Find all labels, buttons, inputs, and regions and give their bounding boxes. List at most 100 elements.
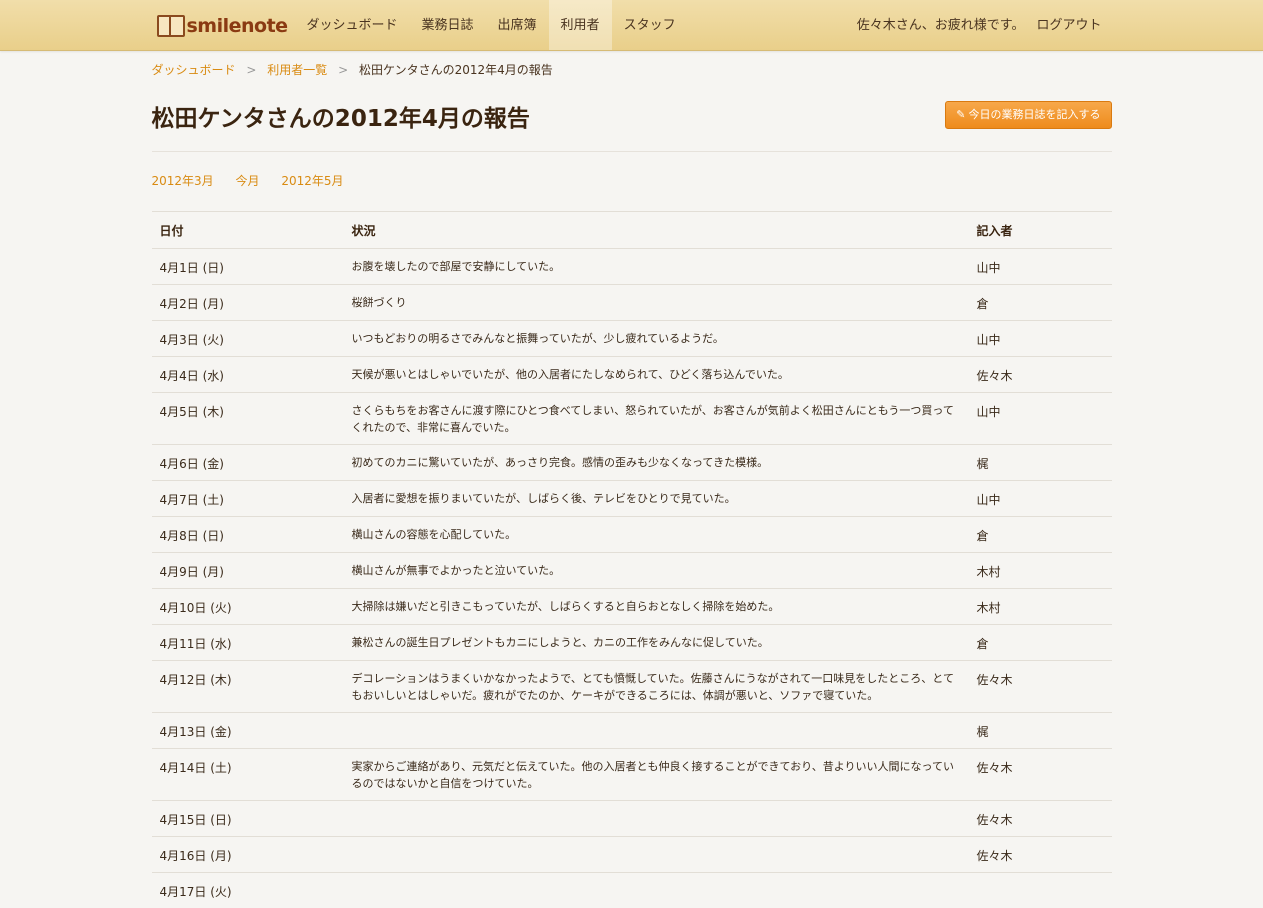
status-cell: さくらもちをお客さんに渡す際にひとつ食べてしまい、怒られていたが、お客さんが気前… [344,393,969,445]
date-cell: 4月11日 (水) [152,625,344,661]
writer-cell: 佐々木 [969,801,1112,837]
pencil-icon: ✎ [956,108,965,121]
status-cell: いつもどおりの明るさでみんなと振舞っていたが、少し疲れているようだ。 [344,321,969,357]
writer-cell [969,873,1112,908]
status-cell: 横山さんが無事でよかったと泣いていた。 [344,553,969,589]
status-cell [344,801,969,837]
breadcrumb-current: 松田ケンタさんの2012年4月の報告 [359,63,553,77]
nav-work-log[interactable]: 業務日誌 [410,0,486,50]
next-month-link[interactable]: 2012年5月 [281,174,343,188]
date-cell: 4月7日 (土) [152,481,344,517]
status-cell: 入居者に愛想を振りまいていたが、しばらく後、テレビをひとりで見ていた。 [344,481,969,517]
writer-cell: 山中 [969,393,1112,445]
date-cell: 4月9日 (月) [152,553,344,589]
nav-attendance[interactable]: 出席簿 [486,0,549,50]
table-body: 4月1日 (日)お腹を壊したので部屋で安静にしていた。山中4月2日 (月)桜餅づ… [152,249,1112,908]
report-table: 日付 状況 記入者 4月1日 (日)お腹を壊したので部屋で安静にしていた。山中4… [152,211,1112,908]
table-row: 4月12日 (木)デコレーションはうまくいかなかったようで、とても憤慨していた。… [152,661,1112,713]
title-row: 松田ケンタさんの2012年4月の報告 ✎ 今日の業務日誌を記入する [152,93,1112,152]
write-today-log-button[interactable]: ✎ 今日の業務日誌を記入する [945,101,1111,129]
table-row: 4月3日 (火)いつもどおりの明るさでみんなと振舞っていたが、少し疲れているよう… [152,321,1112,357]
table-row: 4月17日 (火) [152,873,1112,908]
table-row: 4月15日 (日) 佐々木 [152,801,1112,837]
writer-cell: 山中 [969,321,1112,357]
writer-cell: 倉 [969,625,1112,661]
breadcrumb-user-list[interactable]: 利用者一覧 [267,63,327,77]
date-cell: 4月15日 (日) [152,801,344,837]
status-cell: お腹を壊したので部屋で安静にしていた。 [344,249,969,285]
table-row: 4月14日 (土)実家からご連絡があり、元気だと伝えていた。他の入居者とも仲良く… [152,749,1112,801]
logo[interactable]: smilenote [157,12,288,40]
main-content: ダッシュボード > 利用者一覧 > 松田ケンタさんの2012年4月の報告 松田ケ… [152,51,1112,908]
date-cell: 4月6日 (金) [152,445,344,481]
status-cell [344,837,969,873]
writer-cell: 佐々木 [969,357,1112,393]
header-writer: 記入者 [969,212,1112,249]
date-cell: 4月10日 (火) [152,589,344,625]
breadcrumb: ダッシュボード > 利用者一覧 > 松田ケンタさんの2012年4月の報告 [152,51,1112,81]
table-header-row: 日付 状況 記入者 [152,212,1112,249]
logout-link[interactable]: ログアウト [1036,0,1101,50]
date-cell: 4月8日 (日) [152,517,344,553]
nav-staff[interactable]: スタッフ [612,0,688,50]
table-row: 4月4日 (水)天候が悪いとはしゃいでいたが、他の入居者にたしなめられて、ひどく… [152,357,1112,393]
date-cell: 4月17日 (火) [152,873,344,908]
status-cell: 兼松さんの誕生日プレゼントもカニにしようと、カニの工作をみんなに促していた。 [344,625,969,661]
breadcrumb-dashboard[interactable]: ダッシュボード [152,63,236,77]
date-cell: 4月5日 (木) [152,393,344,445]
write-button-label: 今日の業務日誌を記入する [969,108,1101,121]
date-cell: 4月16日 (月) [152,837,344,873]
top-navbar: smilenote ダッシュボード 業務日誌 出席簿 利用者 スタッフ 佐々木さ… [0,0,1263,51]
header-date: 日付 [152,212,344,249]
table-row: 4月7日 (土)入居者に愛想を振りまいていたが、しばらく後、テレビをひとりで見て… [152,481,1112,517]
table-row: 4月1日 (日)お腹を壊したので部屋で安静にしていた。山中 [152,249,1112,285]
table-row: 4月2日 (月)桜餅づくり倉 [152,285,1112,321]
writer-cell: 佐々木 [969,837,1112,873]
table-row: 4月6日 (金)初めてのカニに驚いていたが、あっさり完食。感情の歪みも少なくなっ… [152,445,1112,481]
nav-dashboard[interactable]: ダッシュボード [295,0,410,50]
status-cell: 天候が悪いとはしゃいでいたが、他の入居者にたしなめられて、ひどく落ち込んでいた。 [344,357,969,393]
book-icon [157,15,185,37]
status-cell: 桜餅づくり [344,285,969,321]
date-cell: 4月12日 (木) [152,661,344,713]
writer-cell: 木村 [969,589,1112,625]
table-row: 4月5日 (木)さくらもちをお客さんに渡す際にひとつ食べてしまい、怒られていたが… [152,393,1112,445]
table-row: 4月16日 (月) 佐々木 [152,837,1112,873]
table-row: 4月10日 (火)大掃除は嫌いだと引きこもっていたが、しばらくすると自らおとなし… [152,589,1112,625]
navbar-inner: smilenote ダッシュボード 業務日誌 出席簿 利用者 スタッフ 佐々木さ… [152,0,1112,50]
user-menu: 佐々木さん、お疲れ様です。 ログアウト [857,0,1102,50]
table-row: 4月11日 (水)兼松さんの誕生日プレゼントもカニにしようと、カニの工作をみんな… [152,625,1112,661]
date-cell: 4月14日 (土) [152,749,344,801]
status-cell: 大掃除は嫌いだと引きこもっていたが、しばらくすると自らおとなしく掃除を始めた。 [344,589,969,625]
writer-cell: 梶 [969,713,1112,749]
writer-cell: 梶 [969,445,1112,481]
greeting-text: 佐々木さん、お疲れ様です。 [857,0,1025,50]
writer-cell: 佐々木 [969,749,1112,801]
logo-text: smilenote [187,15,288,37]
writer-cell: 山中 [969,481,1112,517]
table-row: 4月13日 (金)梶 [152,713,1112,749]
writer-cell: 木村 [969,553,1112,589]
prev-month-link[interactable]: 2012年3月 [152,174,214,188]
writer-cell: 倉 [969,285,1112,321]
main-nav: ダッシュボード 業務日誌 出席簿 利用者 スタッフ [295,0,688,50]
header-status: 状況 [344,212,969,249]
status-cell: 実家からご連絡があり、元気だと伝えていた。他の入居者とも仲良く接することができて… [344,749,969,801]
writer-cell: 倉 [969,517,1112,553]
date-cell: 4月1日 (日) [152,249,344,285]
table-row: 4月8日 (日)横山さんの容態を心配していた。倉 [152,517,1112,553]
status-cell: 横山さんの容態を心配していた。 [344,517,969,553]
status-cell [344,713,969,749]
breadcrumb-separator: > [246,63,256,77]
nav-users[interactable]: 利用者 [549,0,612,50]
date-cell: 4月4日 (水) [152,357,344,393]
writer-cell: 佐々木 [969,661,1112,713]
date-cell: 4月3日 (火) [152,321,344,357]
month-nav: 2012年3月 今月 2012年5月 [152,172,1112,192]
status-cell [344,873,969,908]
current-month-link[interactable]: 今月 [236,174,260,188]
status-cell: デコレーションはうまくいかなかったようで、とても憤慨していた。佐藤さんにうながさ… [344,661,969,713]
page-title: 松田ケンタさんの2012年4月の報告 [152,99,530,133]
table-row: 4月9日 (月)横山さんが無事でよかったと泣いていた。木村 [152,553,1112,589]
breadcrumb-separator: > [338,63,348,77]
